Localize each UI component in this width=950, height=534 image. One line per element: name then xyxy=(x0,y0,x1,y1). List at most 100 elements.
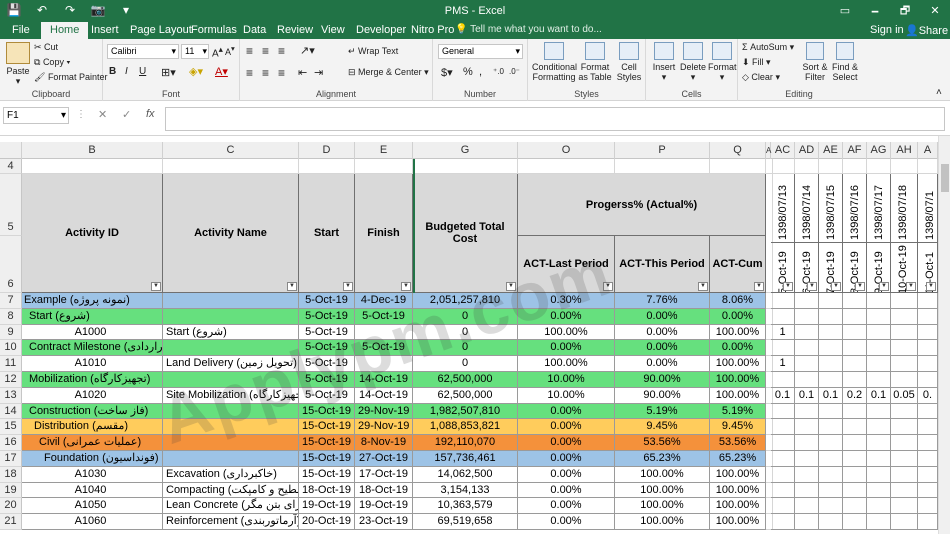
cell-daily[interactable] xyxy=(867,419,891,436)
cell-daily[interactable] xyxy=(918,451,938,467)
cell-daily[interactable] xyxy=(819,451,843,467)
cell-name[interactable]: Compacting (تسطیح و کامپکت) xyxy=(163,482,299,499)
cell-daily[interactable]: 0. xyxy=(918,387,938,404)
align-top-icon[interactable]: ≡ xyxy=(246,44,253,58)
column-header-b[interactable]: B xyxy=(22,142,163,159)
name-box[interactable]: F1 ▾ xyxy=(3,107,69,124)
cell-daily[interactable] xyxy=(819,466,843,483)
cell-daily[interactable] xyxy=(918,372,938,388)
cell-id[interactable]: Example (نمونه پروژه) xyxy=(22,293,163,309)
cell-name[interactable]: Reinforcement (آرماتوربندی) xyxy=(163,514,299,530)
cell-daily[interactable] xyxy=(867,372,891,388)
row-header-12[interactable]: 12 xyxy=(0,372,22,388)
cell-budget[interactable]: 14,062,500 xyxy=(413,466,518,483)
cell-cum[interactable]: 100.00% xyxy=(710,498,766,515)
cell-daily[interactable] xyxy=(843,403,867,420)
cell-daily[interactable] xyxy=(819,482,843,499)
vertical-scrollbar[interactable] xyxy=(938,136,950,534)
cell-id[interactable]: A1040 xyxy=(22,482,163,499)
format-painter-button[interactable]: 🖌 Format Painter xyxy=(34,72,107,83)
cell-finish[interactable] xyxy=(355,324,413,341)
cell-daily[interactable] xyxy=(843,435,867,451)
cell-this[interactable]: 0.00% xyxy=(615,324,710,341)
cell-row4[interactable] xyxy=(710,159,766,174)
cell-daily[interactable] xyxy=(918,356,938,372)
cell-finish[interactable]: 29-Nov-19 xyxy=(355,419,413,436)
cell-budget[interactable]: 1,088,853,821 xyxy=(413,419,518,436)
ribbon-options-icon[interactable]: ▭ xyxy=(830,0,860,22)
cell-daily[interactable] xyxy=(867,403,891,420)
tab-data[interactable]: Data xyxy=(237,22,272,39)
cell-last[interactable]: 0.00% xyxy=(518,435,615,451)
cell-daily[interactable] xyxy=(795,514,819,530)
cell-daily[interactable]: 0.1 xyxy=(867,387,891,404)
cell-row4[interactable] xyxy=(843,159,867,174)
cell-last[interactable]: 0.00% xyxy=(518,403,615,420)
row-header-15[interactable]: 15 xyxy=(0,419,22,436)
cell-budget[interactable]: 62,500,000 xyxy=(413,372,518,388)
cell-cum[interactable]: 5.19% xyxy=(710,403,766,420)
scroll-thumb[interactable] xyxy=(941,164,949,192)
cell-this[interactable]: 9.45% xyxy=(615,419,710,436)
cell-daily[interactable] xyxy=(771,372,795,388)
cell-last[interactable]: 0.00% xyxy=(518,466,615,483)
cell-budget[interactable]: 69,519,658 xyxy=(413,514,518,530)
cell-daily[interactable] xyxy=(867,340,891,357)
cell-daily[interactable] xyxy=(795,466,819,483)
cell-cum[interactable]: 100.00% xyxy=(710,324,766,341)
filter-dropdown-icon[interactable]: ▼ xyxy=(807,282,817,291)
cell-daily[interactable] xyxy=(819,514,843,530)
tab-view[interactable]: View xyxy=(315,22,351,39)
column-header-ae[interactable]: AE xyxy=(819,142,843,159)
merge-center-button[interactable]: ⊟ Merge & Center ▾ xyxy=(348,67,429,78)
cell-daily[interactable] xyxy=(819,372,843,388)
cell-daily[interactable] xyxy=(795,372,819,388)
cell-daily[interactable] xyxy=(795,403,819,420)
cell-finish[interactable]: 14-Oct-19 xyxy=(355,372,413,388)
cell-finish[interactable]: 5-Oct-19 xyxy=(355,340,413,357)
cell-name[interactable] xyxy=(163,451,299,467)
cell-daily[interactable]: 0.1 xyxy=(795,387,819,404)
cell-cum[interactable]: 100.00% xyxy=(710,387,766,404)
cell-daily[interactable] xyxy=(795,356,819,372)
tab-developer[interactable]: Developer xyxy=(350,22,412,39)
cell-daily[interactable]: 0.1 xyxy=(819,387,843,404)
cell-cum[interactable]: 65.23% xyxy=(710,451,766,467)
wrap-text-button[interactable]: ↵ Wrap Text xyxy=(348,46,398,57)
cell-row4[interactable] xyxy=(615,159,710,174)
cell-daily[interactable] xyxy=(771,435,795,451)
cell-name[interactable] xyxy=(163,372,299,388)
cell-budget[interactable]: 157,736,461 xyxy=(413,451,518,467)
tab-review[interactable]: Review xyxy=(271,22,319,39)
cell-cum[interactable]: 0.00% xyxy=(710,308,766,325)
cell-daily[interactable] xyxy=(918,482,938,499)
cell-daily[interactable] xyxy=(891,498,918,515)
find-select-button[interactable]: Find & Select xyxy=(830,42,860,82)
row-header-13[interactable]: 13 xyxy=(0,387,22,404)
cell-name[interactable] xyxy=(163,293,299,309)
cell-daily[interactable] xyxy=(843,308,867,325)
cell-cum[interactable]: 0.00% xyxy=(710,340,766,357)
cell-last[interactable]: 0.00% xyxy=(518,514,615,530)
select-all-corner[interactable] xyxy=(0,142,22,159)
cell-finish[interactable]: 14-Oct-19 xyxy=(355,387,413,404)
cell-daily[interactable] xyxy=(867,466,891,483)
row-header-18[interactable]: 18 xyxy=(0,466,22,483)
row-header-19[interactable]: 19 xyxy=(0,482,22,499)
cell-name[interactable]: Excavation (خاکبرداری) xyxy=(163,466,299,483)
sort-filter-button[interactable]: Sort & Filter xyxy=(800,42,830,82)
cell-id[interactable]: Foundation (فونداسیون) xyxy=(22,451,163,467)
delete-cells-button[interactable]: Delete ▾ xyxy=(679,42,707,83)
cell-daily[interactable] xyxy=(843,498,867,515)
cell-this[interactable]: 100.00% xyxy=(615,466,710,483)
cell-start[interactable]: 15-Oct-19 xyxy=(299,403,355,420)
cell-cum[interactable]: 53.56% xyxy=(710,435,766,451)
row-header-21[interactable]: 21 xyxy=(0,514,22,530)
cell-daily[interactable] xyxy=(819,435,843,451)
column-header-d[interactable]: D xyxy=(299,142,355,159)
filter-dropdown-icon[interactable]: ▼ xyxy=(783,282,793,291)
increase-indent-icon[interactable]: ⇥ xyxy=(314,66,323,79)
cell-daily[interactable] xyxy=(891,514,918,530)
cell-row4[interactable] xyxy=(163,159,299,174)
cell-finish[interactable] xyxy=(355,356,413,372)
